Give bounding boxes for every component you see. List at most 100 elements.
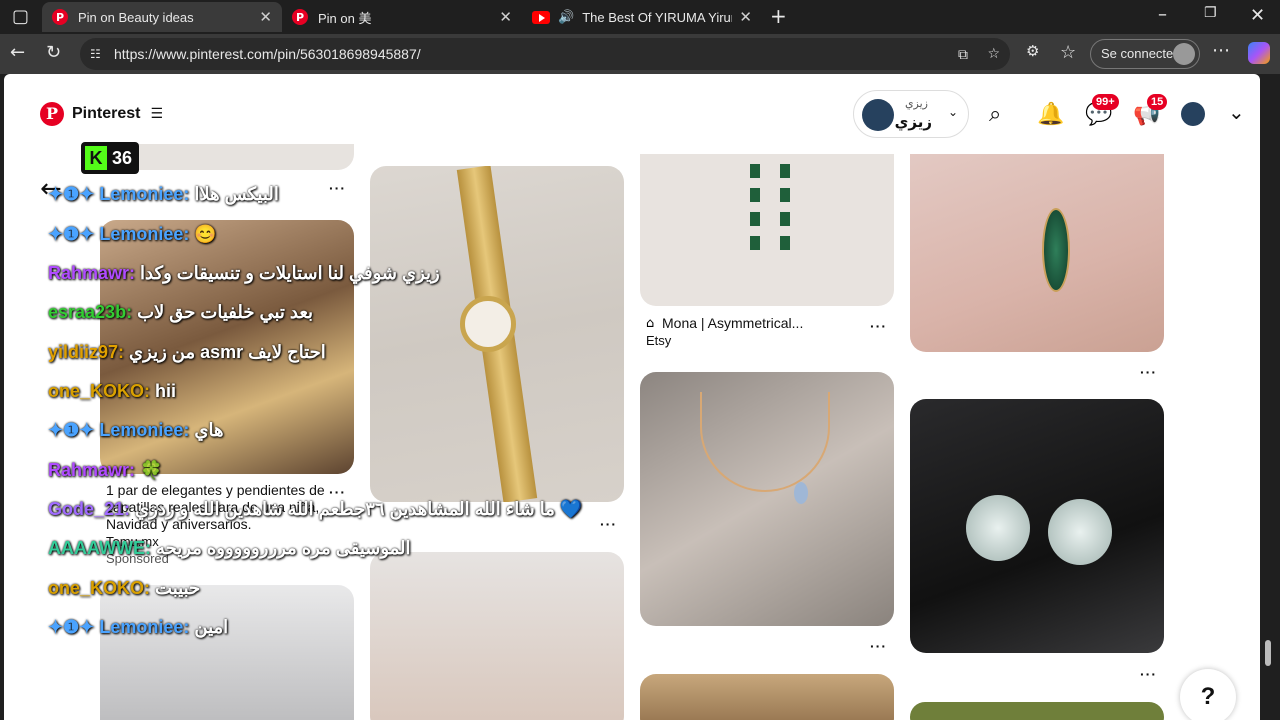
chat-text: من زيزي asmr احتاج لايف: [129, 342, 326, 362]
account-switcher[interactable]: زيزي زيزي ⌄: [853, 90, 969, 138]
hamburger-menu-icon[interactable]: ☰: [150, 106, 163, 122]
chat-user: AAAAWWE:: [48, 538, 151, 558]
chat-user: one_KOKO:: [48, 381, 151, 401]
mona-source[interactable]: Etsy: [646, 333, 671, 348]
chat-message: one_KOKO: hii: [48, 381, 176, 402]
more-options-icon[interactable]: ···: [600, 516, 617, 532]
scrollbar-thumb[interactable]: [1265, 640, 1271, 666]
tab-beauty-ideas[interactable]: P Pin on Beauty ideas ✕: [42, 2, 282, 32]
pin-image-bracelet[interactable]: [370, 552, 624, 720]
more-options-icon[interactable]: ···: [870, 638, 887, 654]
tab-pin-mei[interactable]: P Pin on 美 ✕: [282, 2, 522, 32]
pin-image-bottom[interactable]: [910, 702, 1164, 720]
more-options-icon[interactable]: ···: [1140, 364, 1157, 380]
browser-tab-bar: ▢ P Pin on Beauty ideas ✕ P Pin on 美 ✕ 🔊…: [0, 0, 1280, 34]
close-icon[interactable]: ✕: [259, 8, 272, 26]
back-icon[interactable]: ←: [10, 42, 25, 63]
tab-yiruma[interactable]: 🔊 The Best Of YIRUMA Yiruma' ✕: [522, 2, 762, 32]
stud-left: [966, 495, 1030, 561]
bead-strand: [780, 164, 790, 254]
mona-title[interactable]: Mona | Asymmetrical...: [662, 315, 803, 331]
chat-user: Lemoniee:: [99, 420, 190, 440]
chat-message: ✦❶✦ Lemoniee: امين: [48, 617, 228, 638]
chat-user: Lemoniee:: [99, 184, 190, 204]
chat-badges-icon: ✦❶✦: [48, 617, 95, 637]
more-options-icon[interactable]: ···: [870, 318, 887, 334]
close-icon[interactable]: ✕: [739, 8, 752, 26]
chat-text: 🍀: [140, 460, 163, 480]
chat-user: Rahmawr:: [48, 263, 136, 283]
chat-message: one_KOKO: حبيبت: [48, 578, 200, 599]
site-info-icon[interactable]: ☷: [90, 38, 101, 70]
signin-label: Se connecter: [1101, 46, 1178, 61]
profile-icon: [1173, 43, 1195, 65]
chat-text: 😊: [194, 224, 217, 244]
more-options-icon[interactable]: ···: [329, 484, 346, 500]
pinterest-logo-icon: P: [40, 102, 64, 126]
restore-icon[interactable]: ❐: [1204, 5, 1217, 21]
more-options-icon[interactable]: ···: [329, 180, 346, 196]
speaker-icon[interactable]: 🔊: [558, 10, 574, 25]
extensions-icon[interactable]: ⚙: [1026, 42, 1039, 60]
notifications-bell-icon[interactable]: 🔔: [1037, 102, 1064, 127]
chat-text: زيزي شوفي لنا استايلات و تنسيقات وكدا: [140, 263, 440, 283]
tag-icon: ⌂: [646, 316, 655, 331]
minimize-icon[interactable]: –: [1158, 4, 1167, 25]
chat-user: yildiiz97:: [48, 342, 125, 362]
chat-text: الموسيقى مره مررروووووه مريحه: [156, 538, 411, 558]
more-menu-icon[interactable]: ⋯: [1212, 40, 1230, 61]
open-in-app-icon[interactable]: ⧉: [958, 38, 968, 70]
chat-text: امين: [194, 617, 229, 637]
chat-text: ما شاء الله المشاهدين ٣٦جطعم الله شاهدين…: [135, 499, 583, 519]
jade-stone: [1042, 208, 1070, 292]
tab-label: Pin on 美: [318, 10, 372, 26]
pin-image-green-earrings[interactable]: [640, 154, 894, 306]
new-tab-icon[interactable]: +: [770, 4, 787, 28]
favorite-star-icon[interactable]: ☆: [987, 38, 1000, 70]
search-icon[interactable]: ⌕: [989, 102, 1001, 127]
chat-badges-icon: ✦❶✦: [48, 184, 95, 204]
pin-image-jade-studs[interactable]: [910, 399, 1164, 653]
chat-user: one_KOKO:: [48, 578, 151, 598]
pin-image-watch[interactable]: [370, 166, 624, 502]
pin-image-moon-necklace[interactable]: [640, 372, 894, 626]
chat-text: بعد تبي خلفيات حق لاب: [137, 302, 314, 322]
window-close-icon[interactable]: ✕: [1250, 5, 1265, 26]
address-toolbar: ← ↻ ☷ https://www.pinterest.com/pin/5630…: [0, 34, 1280, 74]
viewer-count: 36: [112, 148, 133, 168]
pin-image-jade-pendant[interactable]: [910, 154, 1164, 352]
pinterest-logo[interactable]: P Pinterest ☰: [40, 102, 163, 126]
page-scrollbar[interactable]: [1262, 74, 1280, 720]
close-icon[interactable]: ✕: [499, 8, 512, 26]
messages-badge: 99+: [1092, 94, 1119, 110]
youtube-favicon-icon: [532, 10, 550, 24]
chat-message: ✦❶✦ Lemoniee: هاي: [48, 420, 223, 441]
chat-message: Gode_21: ما شاء الله المشاهدين ٣٦جطعم ال…: [48, 499, 582, 520]
pinterest-favicon-icon: P: [292, 9, 308, 25]
chat-message: ✦❶✦ Lemoniee: البيكس هلاا: [48, 184, 279, 205]
tab-label: The Best Of YIRUMA Yiruma': [582, 9, 732, 25]
url-field[interactable]: ☷ https://www.pinterest.com/pin/56301869…: [80, 38, 1010, 70]
chat-user: Lemoniee:: [99, 617, 190, 637]
chevron-down-icon[interactable]: ⌄: [1228, 100, 1245, 124]
chat-text: هاي: [194, 420, 224, 440]
signin-button[interactable]: Se connecter: [1090, 39, 1200, 69]
chat-user: Gode_21:: [48, 499, 131, 519]
profile-avatar[interactable]: [1181, 102, 1205, 126]
kick-logo-icon: K: [85, 146, 107, 170]
favorites-icon[interactable]: ☆: [1060, 42, 1076, 63]
user-avatar: [862, 99, 894, 131]
chat-text: حبيبت: [155, 578, 201, 598]
pinterest-favicon-icon: P: [52, 9, 68, 25]
more-options-icon[interactable]: ···: [1140, 666, 1157, 682]
bead-strand: [750, 164, 760, 254]
chat-text: البيكس هلاا: [194, 184, 279, 204]
copilot-icon[interactable]: [1248, 42, 1270, 64]
watch-face: [460, 296, 516, 352]
pin-image-hairpin[interactable]: [100, 585, 354, 720]
chat-message: esraa23b: بعد تبي خلفيات حق لاب: [48, 302, 313, 323]
tab-actions-icon[interactable]: ▢: [12, 6, 29, 27]
refresh-icon[interactable]: ↻: [46, 42, 61, 63]
pin-image-gold-chain[interactable]: [640, 674, 894, 720]
help-button[interactable]: ?: [1180, 669, 1236, 720]
